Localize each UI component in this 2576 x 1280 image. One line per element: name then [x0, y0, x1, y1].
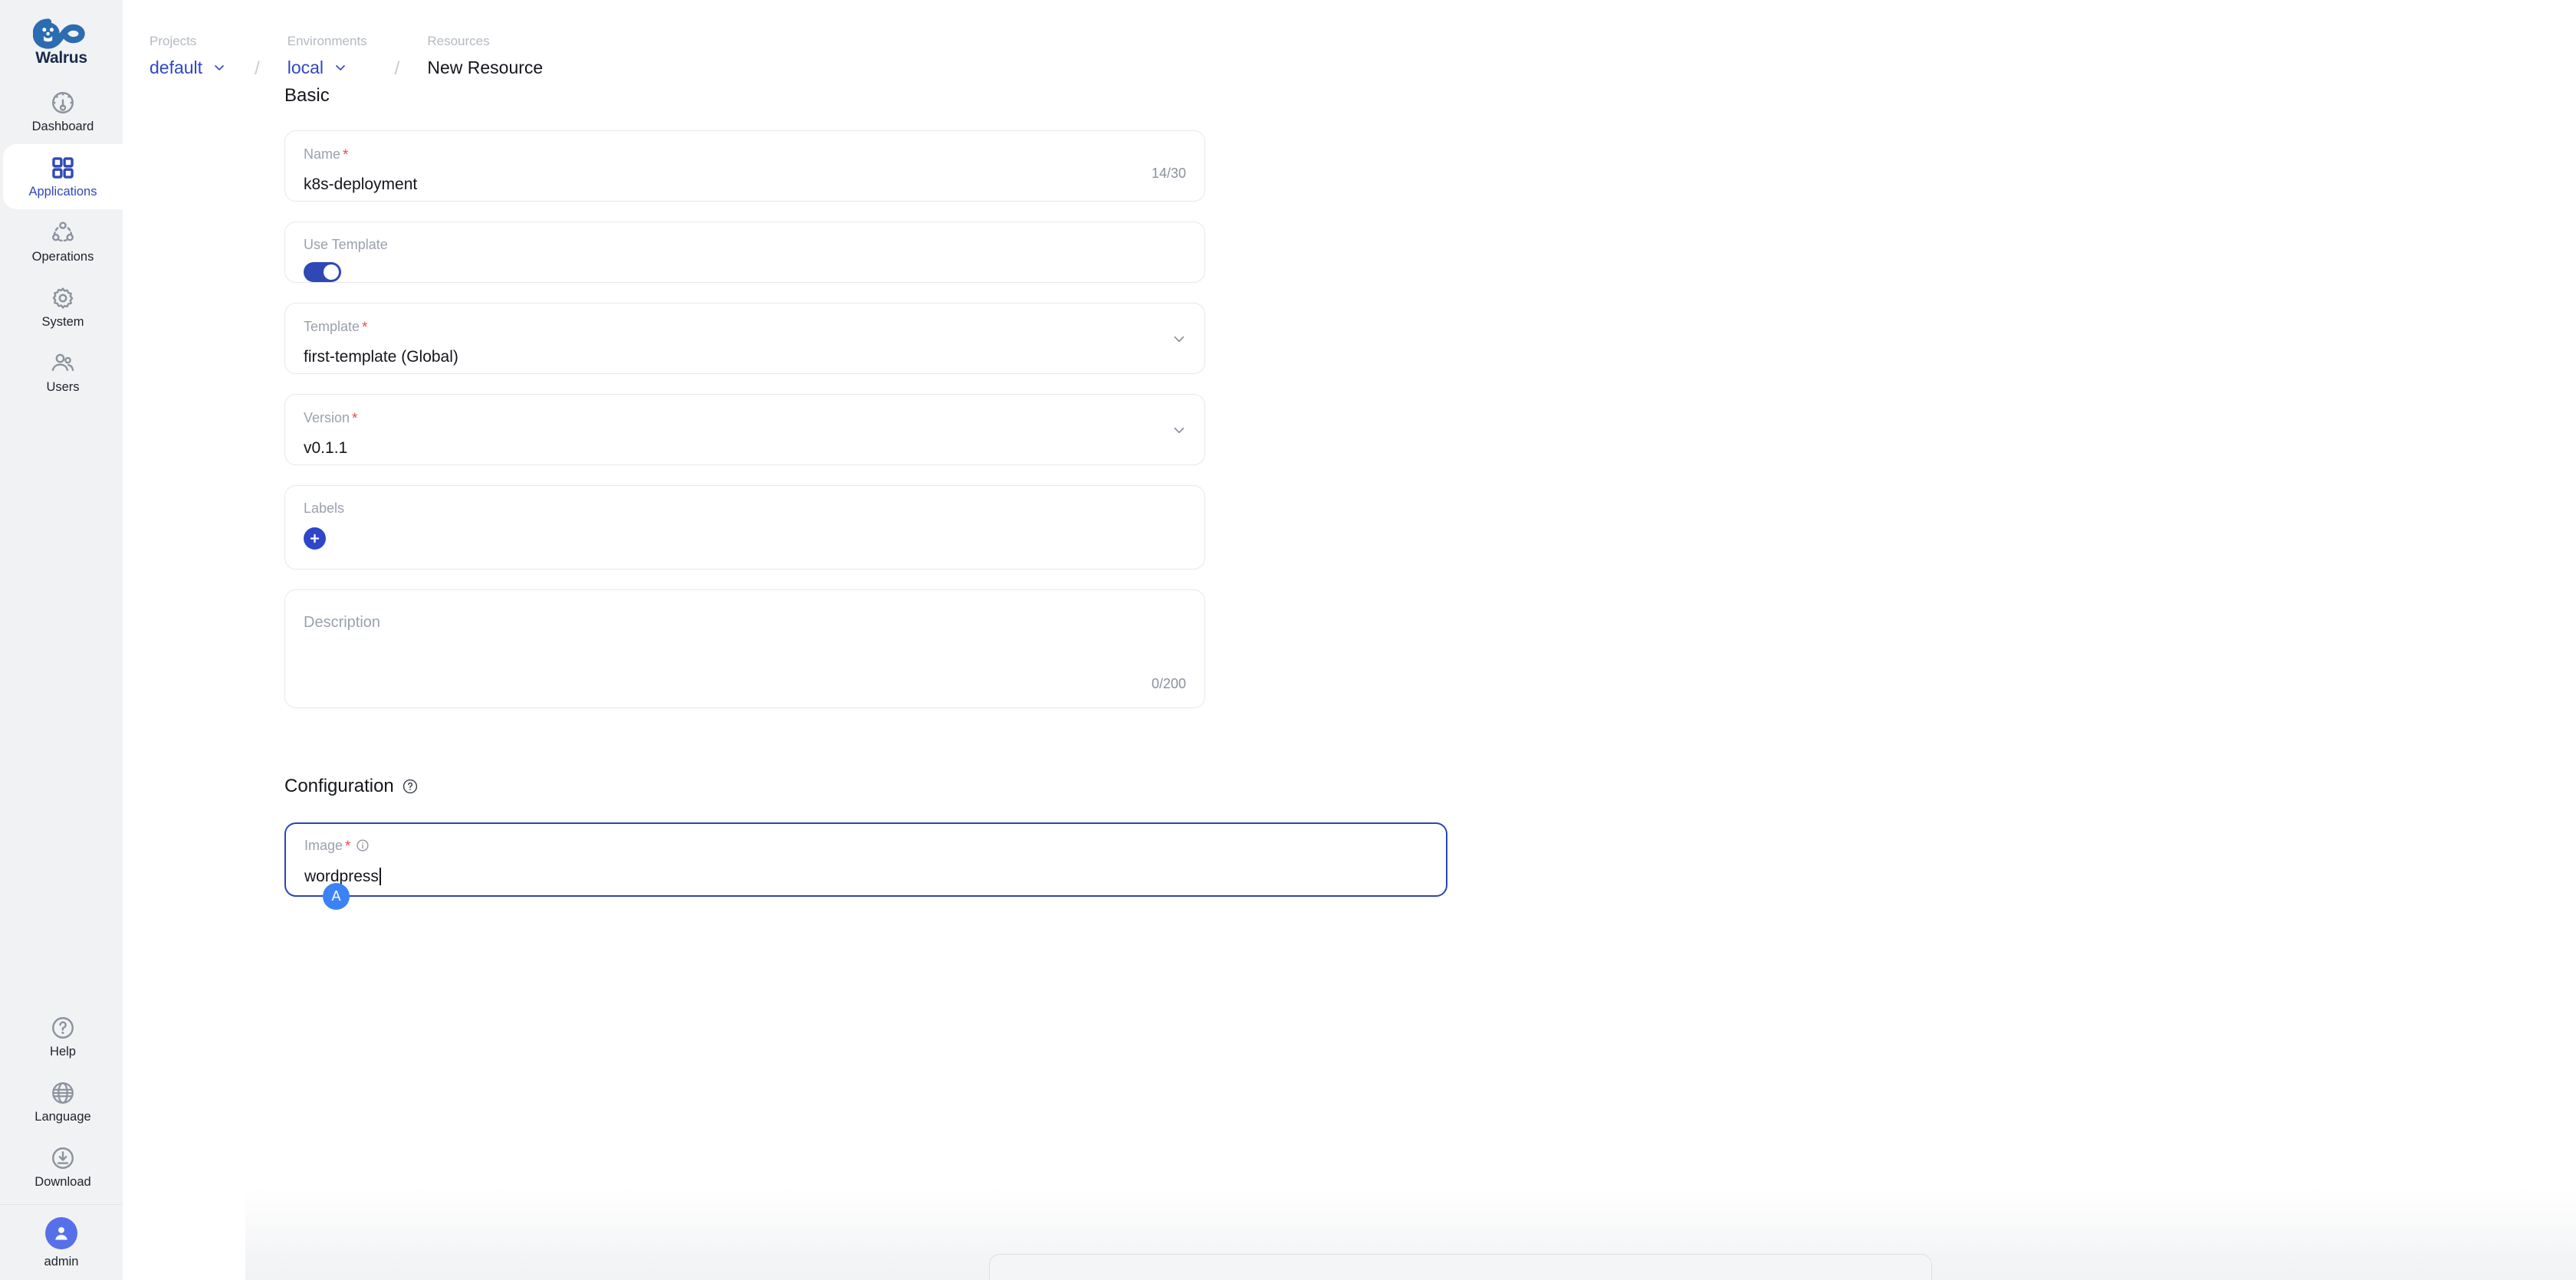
applications-grid-icon	[52, 157, 74, 179]
sidebar-item-label: Dashboard	[31, 120, 94, 134]
section-title-basic: Basic	[284, 87, 2576, 105]
configuration-title: Configuration	[284, 776, 394, 796]
field-template-label: Template *	[304, 318, 1186, 336]
sidebar-item-system[interactable]: System	[3, 274, 123, 340]
users-people-icon	[51, 353, 74, 372]
sidebar-item-label: Applications	[28, 185, 97, 199]
sidebar-item-help[interactable]: Help	[3, 1004, 123, 1069]
sidebar-nav-primary: Dashboard Applications Operations System…	[0, 79, 123, 405]
sidebar: Walrus Dashboard Applications Operations…	[0, 0, 123, 1280]
chevron-down-icon[interactable]	[1171, 330, 1188, 347]
form-content: Basic Name * k8s-deployment 14/30 Use Te…	[123, 87, 2576, 910]
breadcrumb-environments: Environments local	[288, 33, 367, 79]
sidebar-item-download[interactable]: Download	[3, 1134, 123, 1200]
sidebar-user-label: admin	[44, 1254, 79, 1269]
dashboard-gauge-icon	[52, 92, 74, 114]
field-image[interactable]: Image * wordpress A	[284, 822, 1447, 910]
image-input[interactable]: wordpress	[304, 868, 379, 885]
use-template-toggle[interactable]	[304, 262, 341, 282]
version-select-value[interactable]: v0.1.1	[304, 439, 347, 457]
breadcrumb-separator: /	[255, 58, 260, 79]
required-asterisk: *	[345, 839, 351, 855]
required-asterisk: *	[343, 147, 349, 163]
sidebar-item-language[interactable]: Language	[3, 1069, 123, 1134]
add-label-button[interactable]	[304, 527, 326, 550]
text-caret	[379, 868, 381, 885]
sidebar-item-label: Users	[46, 380, 80, 395]
field-label-text: Template	[304, 318, 360, 334]
field-label-text: Labels	[304, 501, 345, 516]
sidebar-user-admin[interactable]: admin	[0, 1205, 123, 1280]
breadcrumb-resources: Resources New Resource	[427, 33, 543, 79]
template-select-value[interactable]: first-template (Global)	[304, 348, 458, 366]
name-counter: 14/30	[1151, 166, 1186, 181]
avatar	[45, 1216, 77, 1249]
breadcrumb-projects-value[interactable]: default	[150, 58, 202, 77]
field-use-template-label: Use Template	[304, 238, 1186, 251]
required-asterisk: *	[362, 320, 368, 336]
breadcrumb-environments-value[interactable]: local	[288, 58, 324, 77]
description-counter: 0/200	[1151, 676, 1186, 691]
breadcrumb-projects: Projects default	[150, 33, 227, 79]
sidebar-item-label: Help	[50, 1045, 76, 1059]
system-gear-icon	[52, 287, 74, 309]
walrus-infinity-logo-icon	[33, 18, 85, 49]
field-version[interactable]: Version * v0.1.1	[284, 394, 1205, 465]
sidebar-item-applications[interactable]: Applications	[3, 144, 123, 209]
toggle-knob	[324, 264, 339, 280]
user-avatar-icon	[55, 1226, 67, 1240]
marker-badge-a[interactable]: A	[323, 883, 350, 910]
field-image-label: Image *	[304, 837, 1428, 855]
question-circle-icon[interactable]	[402, 778, 419, 795]
field-labels: Labels	[284, 485, 1205, 569]
breadcrumb-projects-caption: Projects	[150, 33, 197, 48]
description-placeholder: Description	[304, 614, 381, 631]
breadcrumb: Projects default / Environments local / …	[123, 0, 2576, 79]
breadcrumb-resources-value: New Resource	[427, 57, 544, 77]
field-label-text: Version	[304, 409, 350, 425]
brand-logo[interactable]: Walrus	[0, 0, 123, 79]
field-name-label: Name *	[304, 146, 1186, 163]
info-circle-icon[interactable]	[356, 839, 370, 852]
sidebar-item-operations[interactable]: Operations	[3, 209, 123, 274]
name-input[interactable]: k8s-deployment	[304, 176, 417, 193]
plus-icon	[310, 533, 320, 543]
breadcrumb-resources-caption: Resources	[427, 33, 490, 48]
field-version-label: Version *	[304, 409, 1186, 427]
main-content: Projects default / Environments local / …	[123, 0, 2576, 1280]
breadcrumb-environments-caption: Environments	[287, 33, 367, 48]
sidebar-nav-secondary: Help Language Download admin	[0, 1004, 123, 1280]
field-labels-label: Labels	[304, 501, 1186, 515]
brand-name: Walrus	[35, 48, 87, 67]
required-asterisk: *	[352, 411, 358, 427]
field-use-template[interactable]: Use Template	[284, 222, 1205, 283]
chevron-down-icon[interactable]	[333, 60, 348, 75]
help-question-circle-icon	[52, 1017, 74, 1039]
sidebar-item-label: Download	[34, 1175, 91, 1190]
field-label-text: Use Template	[304, 237, 388, 252]
field-label-text: Name	[304, 146, 341, 162]
bottom-action-panel[interactable]	[989, 1254, 1932, 1280]
download-circle-icon	[52, 1147, 74, 1170]
page-title: Basic	[284, 85, 330, 106]
language-globe-icon	[52, 1082, 74, 1104]
sidebar-item-label: System	[41, 315, 84, 330]
field-name[interactable]: Name * k8s-deployment 14/30	[284, 130, 1205, 202]
operations-nodes-icon	[52, 222, 74, 242]
app-root: Walrus Dashboard Applications Operations…	[0, 0, 2576, 1280]
sidebar-item-label: Operations	[31, 250, 94, 264]
field-label-text: Image	[304, 837, 343, 853]
sidebar-item-label: Language	[34, 1110, 91, 1124]
sidebar-item-users[interactable]: Users	[3, 340, 123, 405]
field-template[interactable]: Template * first-template (Global)	[284, 303, 1205, 374]
chevron-down-icon[interactable]	[212, 60, 227, 75]
chevron-down-icon[interactable]	[1171, 422, 1188, 438]
sidebar-item-dashboard[interactable]: Dashboard	[3, 79, 123, 144]
breadcrumb-separator: /	[394, 58, 400, 79]
field-description[interactable]: Description 0/200	[284, 589, 1205, 708]
section-title-configuration: Configuration	[284, 777, 2576, 796]
